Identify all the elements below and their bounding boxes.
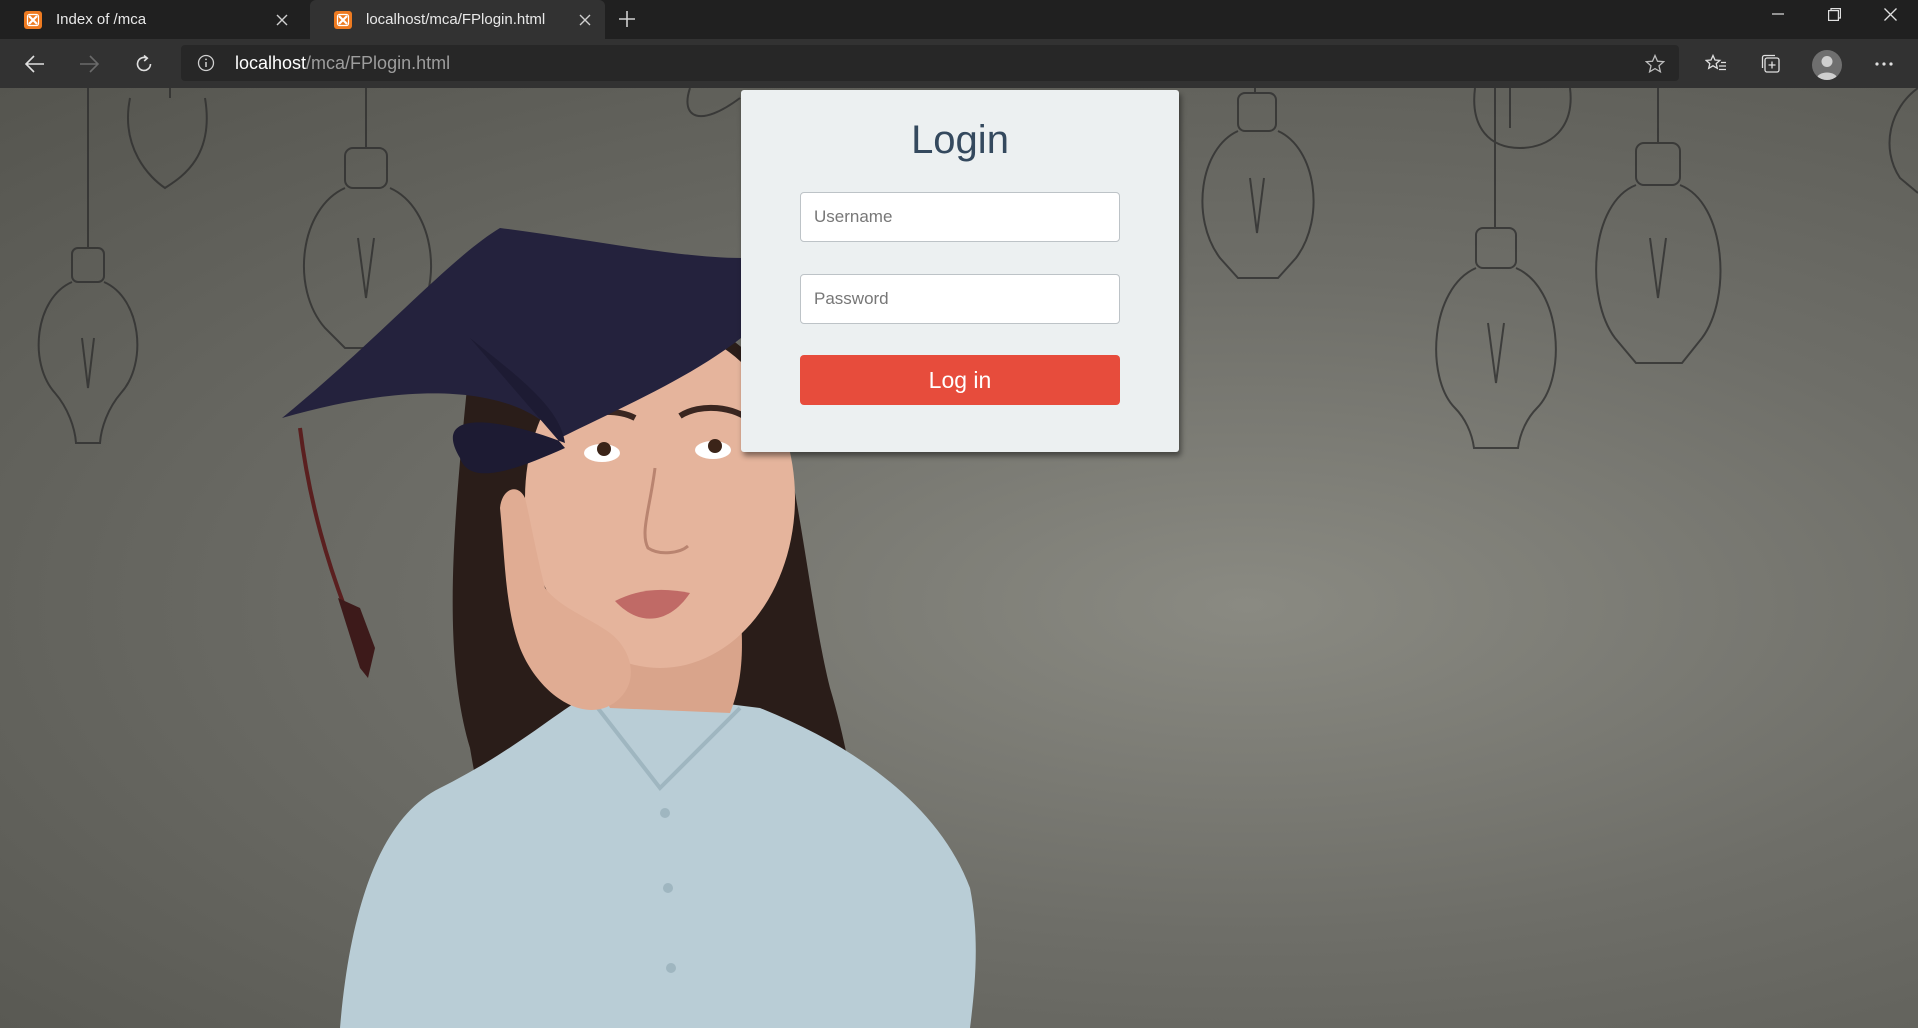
minimize-icon[interactable] — [1750, 0, 1806, 28]
page-viewport: Login Log in — [0, 88, 1918, 1028]
close-tab-icon[interactable] — [268, 6, 296, 34]
password-input[interactable] — [800, 274, 1120, 324]
favorites-icon[interactable] — [1698, 47, 1734, 81]
tab-title: Index of /mca — [56, 11, 147, 28]
browser-toolbar: localhost/mca/FPlogin.html — [0, 39, 1918, 88]
tab-strip: Index of /mca localhost/mca/FPlogin.html — [0, 0, 1918, 39]
login-title: Login — [911, 118, 1009, 162]
login-form: Login Log in — [741, 90, 1179, 452]
tab-title: localhost/mca/FPlogin.html — [366, 11, 546, 28]
close-window-icon[interactable] — [1862, 0, 1918, 28]
url-host: localhost — [235, 53, 307, 73]
close-tab-icon[interactable] — [571, 6, 599, 34]
forward-arrow-icon[interactable] — [71, 47, 107, 81]
xampp-favicon-icon — [24, 10, 42, 29]
profile-avatar-icon[interactable] — [1812, 50, 1842, 80]
new-tab-icon[interactable] — [612, 4, 642, 34]
tab-index-of-mca[interactable]: Index of /mca — [0, 0, 302, 39]
log-in-button[interactable]: Log in — [800, 355, 1120, 405]
site-info-icon[interactable] — [197, 54, 215, 72]
more-options-icon[interactable] — [1866, 47, 1902, 81]
restore-icon[interactable] — [1806, 0, 1862, 28]
refresh-icon[interactable] — [126, 47, 162, 81]
address-bar[interactable]: localhost/mca/FPlogin.html — [181, 45, 1679, 81]
url-path: /mca/FPlogin.html — [306, 53, 451, 73]
back-arrow-icon[interactable] — [17, 47, 53, 81]
username-input[interactable] — [800, 192, 1120, 242]
xampp-favicon-icon — [334, 10, 352, 29]
add-favorite-star-icon[interactable] — [1643, 52, 1667, 76]
collections-icon[interactable] — [1753, 47, 1789, 81]
url-text: localhost/mca/FPlogin.html — [235, 53, 450, 74]
tab-fplogin[interactable]: localhost/mca/FPlogin.html — [310, 0, 605, 39]
